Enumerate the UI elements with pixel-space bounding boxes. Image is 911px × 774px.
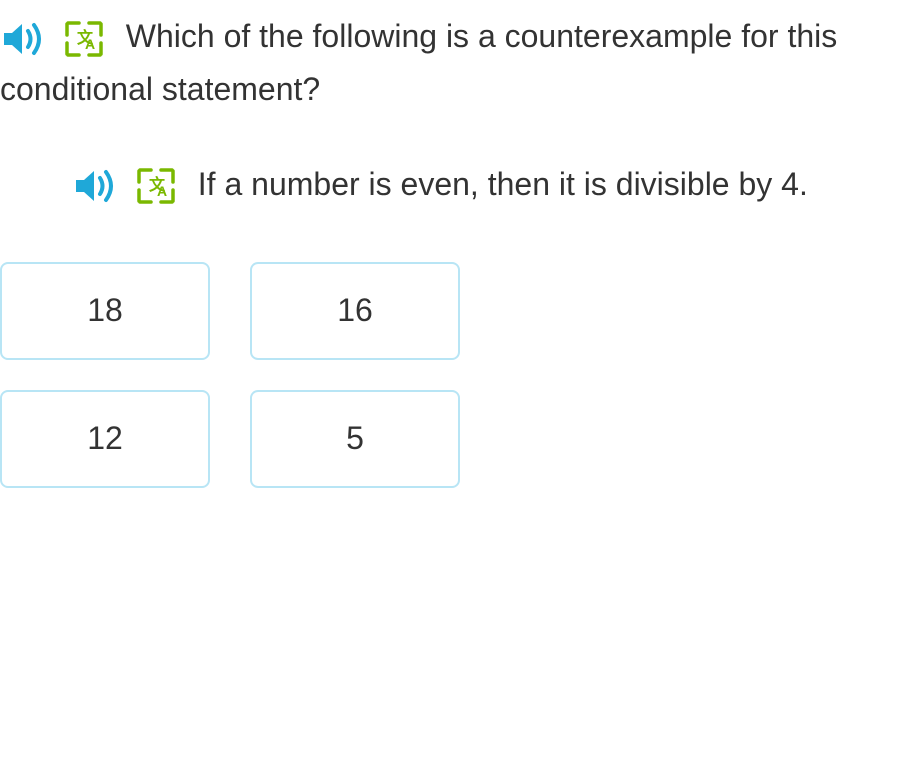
question-text: 文 A Which of the following is a countere… — [0, 10, 911, 116]
answer-option-4[interactable]: 5 — [250, 390, 460, 488]
answer-label: 16 — [337, 292, 373, 329]
answers-grid: 18 16 12 5 — [0, 262, 911, 488]
svg-text:A: A — [157, 183, 167, 199]
speaker-icon[interactable] — [0, 19, 46, 59]
translate-icon[interactable]: 文 A — [63, 19, 105, 59]
answer-option-1[interactable]: 18 — [0, 262, 210, 360]
svg-text:A: A — [85, 36, 95, 52]
answer-label: 5 — [346, 420, 364, 457]
answer-label: 12 — [87, 420, 123, 457]
translate-icon[interactable]: 文 A — [135, 166, 177, 206]
answer-label: 18 — [87, 292, 123, 329]
answer-option-2[interactable]: 16 — [250, 262, 460, 360]
answer-option-3[interactable]: 12 — [0, 390, 210, 488]
speaker-icon[interactable] — [72, 166, 118, 206]
statement-block: 文 A If a number is even, then it is divi… — [72, 156, 911, 212]
statement-text-content: If a number is even, then it is divisibl… — [198, 166, 808, 202]
statement-text: 文 A If a number is even, then it is divi… — [72, 156, 911, 212]
question-header: 文 A Which of the following is a countere… — [0, 10, 911, 116]
question-text-content: Which of the following is a counterexamp… — [0, 18, 837, 107]
